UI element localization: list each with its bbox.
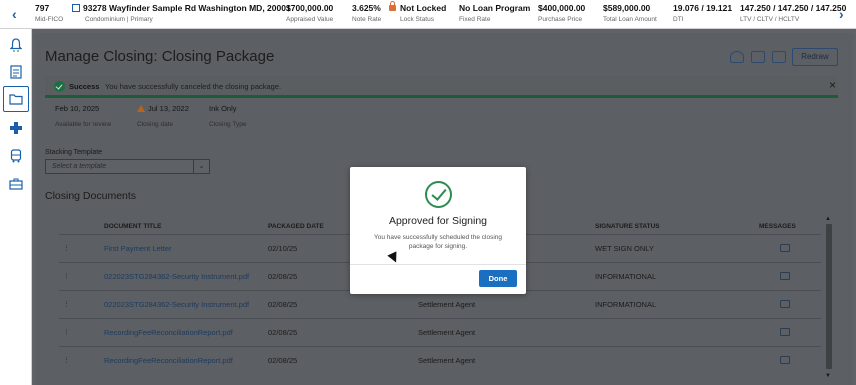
summary-lock-status: Not Locked Lock Status — [389, 1, 446, 25]
stacking-template-placeholder: Select a template — [52, 163, 107, 170]
summary-purchase-price: $400,000.00 Purchase Price — [538, 3, 586, 23]
scroll-thumb[interactable] — [826, 224, 832, 369]
success-check-icon — [54, 81, 65, 92]
briefcase-icon[interactable] — [6, 174, 26, 194]
user-icon[interactable] — [730, 51, 744, 63]
success-check-icon — [425, 181, 452, 208]
folder-icon[interactable] — [772, 51, 786, 63]
packaged-date: 02/08/25 — [268, 272, 298, 281]
document-list-icon[interactable] — [6, 62, 26, 82]
message-icon[interactable] — [780, 272, 790, 280]
warning-icon — [137, 105, 145, 112]
folder-icon[interactable] — [3, 86, 29, 112]
message-icon[interactable] — [780, 328, 790, 336]
drag-handle-icon[interactable]: ⋮ — [63, 328, 70, 336]
bell-icon[interactable] — [6, 35, 26, 55]
document-link[interactable]: RecordingFeeReconciliationReport.pdf — [104, 356, 233, 365]
summary-fico: 797 Mid-FICO — [35, 3, 64, 23]
success-message: You have successfully canceled the closi… — [105, 82, 282, 91]
redraw-button[interactable]: Redraw — [792, 48, 838, 66]
packaged-date: 02/10/25 — [268, 244, 298, 253]
col-packaged-date[interactable]: PACKAGED DATE — [268, 223, 324, 230]
lock-icon — [389, 1, 396, 11]
available-date: Feb 10, 2025 Available for review — [55, 104, 112, 128]
message-icon[interactable] — [780, 244, 790, 252]
next-arrow-icon[interactable]: › — [839, 6, 844, 22]
signature-status: INFORMATIONAL — [595, 272, 657, 281]
summary-loan-program: No Loan Program Fixed Rate — [459, 3, 531, 23]
col-document-title[interactable]: DOCUMENT TITLE — [104, 223, 161, 230]
success-label: Success — [69, 82, 100, 91]
summary-ltv: 147.250 / 147.250 / 147.250 LTV / CLTV /… — [740, 3, 847, 23]
loan-summary-bar: ‹ 797 Mid-FICO 93278 Wayfinder Sample Rd… — [0, 0, 856, 29]
packaged-date: 02/08/25 — [268, 356, 298, 365]
document-link[interactable]: 022023STG284362-Security Instrument.pdf — [104, 272, 249, 281]
table-row[interactable]: ⋮ RecordingFeeReconciliationReport.pdf 0… — [59, 318, 821, 346]
stacking-template-select[interactable]: Select a template ⌄ — [45, 159, 210, 174]
approved-for-signing-dialog: Approved for Signing You have successful… — [350, 167, 526, 294]
packaged-date: 02/08/25 — [268, 300, 298, 309]
signature-status: WET SIGN ONLY — [595, 244, 654, 253]
summary-address[interactable]: 93278 Wayfinder Sample Rd Washington MD,… — [72, 3, 291, 25]
document-link[interactable]: First Payment Letter — [104, 244, 172, 253]
drag-handle-icon[interactable]: ⋮ — [63, 300, 70, 308]
table-row[interactable]: ⋮ 022023STG284362-Security Instrument.pd… — [59, 290, 821, 318]
summary-appraised-value: $700,000.00 Appraised Value — [286, 3, 334, 23]
close-icon[interactable]: × — [829, 78, 836, 92]
success-banner: Success You have successfully canceled t… — [45, 76, 838, 98]
prev-arrow-icon[interactable]: ‹ — [12, 6, 17, 22]
col-messages[interactable]: MESSAGES — [759, 223, 796, 230]
stacking-template-label: Stacking Template — [45, 149, 103, 156]
home-icon — [72, 4, 80, 12]
closing-date: Jul 13, 2022 Closing date — [137, 104, 189, 128]
document-link[interactable]: 022023STG284362-Security Instrument.pdf — [104, 300, 249, 309]
drag-handle-icon[interactable]: ⋮ — [63, 244, 70, 252]
page-title: Manage Closing: Closing Package — [45, 48, 275, 65]
scroll-up-icon[interactable]: ▲ — [825, 216, 831, 222]
drag-handle-icon[interactable]: ⋮ — [63, 356, 70, 364]
chevron-down-icon[interactable]: ⌄ — [193, 160, 209, 173]
summary-note-rate: 3.625% Note Rate — [352, 3, 382, 23]
party: Settlement Agent — [418, 328, 476, 337]
puzzle-icon[interactable] — [6, 118, 26, 138]
dialog-message: You have successfully scheduled the clos… — [373, 234, 503, 250]
done-button[interactable]: Done — [479, 270, 517, 287]
comment-icon[interactable] — [751, 51, 765, 63]
drag-handle-icon[interactable]: ⋮ — [63, 272, 70, 280]
table-row[interactable]: ⋮ RecordingFeeReconciliationReport.pdf 0… — [59, 346, 821, 374]
bus-icon[interactable] — [6, 146, 26, 166]
left-sidebar — [0, 29, 32, 385]
party: Settlement Agent — [418, 300, 476, 309]
scroll-down-icon[interactable]: ▼ — [825, 373, 831, 379]
col-signature-status[interactable]: SIGNATURE STATUS — [595, 223, 660, 230]
document-link[interactable]: RecordingFeeReconciliationReport.pdf — [104, 328, 233, 337]
dialog-title: Approved for Signing — [388, 215, 488, 227]
party: Settlement Agent — [418, 356, 476, 365]
message-icon[interactable] — [780, 300, 790, 308]
divider — [350, 264, 526, 265]
summary-dti: 19.076 / 19.121 DTI — [673, 3, 733, 23]
closing-type: Ink Only Closing Type — [209, 104, 247, 128]
summary-total-loan: $589,000.00 Total Loan Amount — [603, 3, 657, 23]
table-scrollbar[interactable]: ▲ ▼ — [825, 216, 833, 381]
signature-status: INFORMATIONAL — [595, 300, 657, 309]
packaged-date: 02/08/25 — [268, 328, 298, 337]
closing-documents-title: Closing Documents — [45, 190, 137, 202]
message-icon[interactable] — [780, 356, 790, 364]
